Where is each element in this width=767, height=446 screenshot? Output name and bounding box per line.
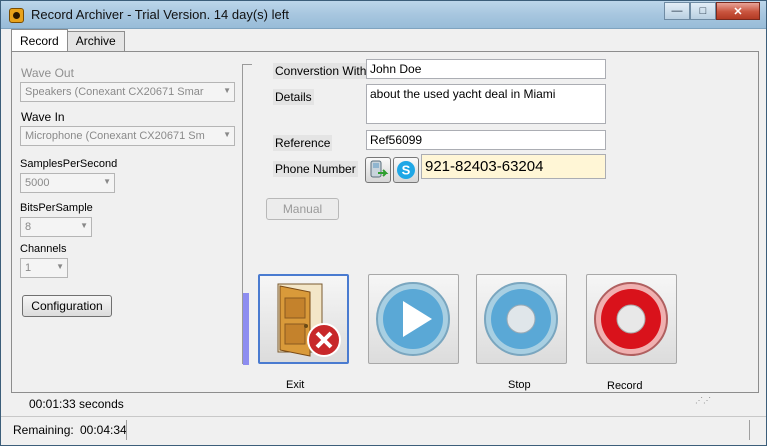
wave-in-select[interactable]: Microphone (Conexant CX20671 Sm ▼ bbox=[20, 126, 235, 146]
wave-out-select[interactable]: Speakers (Conexant CX20671 Smar ▼ bbox=[20, 82, 235, 102]
title-bar[interactable]: Record Archiver - Trial Version. 14 day(… bbox=[1, 1, 766, 29]
chevron-down-icon: ▼ bbox=[56, 262, 64, 271]
wave-in-label: Wave In bbox=[21, 110, 65, 124]
configuration-button[interactable]: Configuration bbox=[22, 295, 112, 317]
door-exit-icon bbox=[277, 283, 341, 357]
conversation-with-input[interactable]: John Doe bbox=[366, 59, 606, 79]
details-input[interactable]: about the used yacht deal in Miami bbox=[366, 84, 606, 124]
channels-value: 1 bbox=[25, 262, 32, 274]
tab-record[interactable]: Record bbox=[11, 29, 68, 51]
tab-strip: Record Archive bbox=[11, 29, 125, 51]
remaining-value: 00:04:34 bbox=[80, 423, 127, 437]
resize-grip-icon[interactable]: ⋰⋰ bbox=[695, 396, 711, 405]
channels-label: Channels bbox=[20, 243, 67, 255]
wave-out-value: Speakers (Conexant CX20671 Smar bbox=[25, 86, 204, 98]
window-controls: — □ ✕ bbox=[664, 2, 760, 20]
chevron-down-icon: ▼ bbox=[223, 130, 231, 139]
window-title: Record Archiver - Trial Version. 14 day(… bbox=[31, 7, 289, 22]
exit-button[interactable] bbox=[258, 274, 349, 364]
chevron-down-icon: ▼ bbox=[223, 86, 231, 95]
status-separator bbox=[126, 420, 127, 440]
remaining-label: Remaining: bbox=[13, 423, 74, 437]
stop-button[interactable] bbox=[476, 274, 567, 364]
record-label: Record bbox=[607, 380, 643, 392]
phone-book-button[interactable] bbox=[365, 157, 391, 183]
manual-button[interactable]: Manual bbox=[266, 198, 339, 220]
details-label: Details bbox=[273, 89, 314, 105]
bits-per-sample-select[interactable]: 8 ▼ bbox=[20, 217, 92, 237]
maximize-icon: □ bbox=[699, 5, 707, 17]
tab-archive[interactable]: Archive bbox=[66, 31, 125, 51]
divider-cap bbox=[242, 64, 252, 65]
app-icon bbox=[9, 8, 24, 23]
maximize-button[interactable]: □ bbox=[690, 2, 716, 20]
close-button[interactable]: ✕ bbox=[716, 2, 760, 20]
channels-select[interactable]: 1 ▼ bbox=[20, 258, 68, 278]
chevron-down-icon: ▼ bbox=[80, 221, 88, 230]
level-indicator bbox=[243, 293, 249, 365]
main-window: Record Archiver - Trial Version. 14 day(… bbox=[0, 0, 767, 446]
record-icon bbox=[594, 282, 668, 356]
wave-in-value: Microphone (Conexant CX20671 Sm bbox=[25, 130, 205, 142]
bits-per-sample-value: 8 bbox=[25, 221, 32, 233]
minimize-icon: — bbox=[671, 5, 683, 17]
play-icon bbox=[376, 282, 450, 356]
skype-icon: S bbox=[397, 161, 415, 179]
stop-label: Stop bbox=[508, 379, 531, 391]
elapsed-time: 00:01:33 seconds bbox=[29, 397, 124, 411]
record-button[interactable] bbox=[586, 274, 677, 364]
samples-per-second-value: 5000 bbox=[25, 177, 50, 189]
status-separator-end bbox=[749, 420, 750, 440]
exit-label: Exit bbox=[286, 379, 305, 391]
samples-per-second-select[interactable]: 5000 ▼ bbox=[20, 173, 115, 193]
reference-input[interactable]: Ref56099 bbox=[366, 130, 606, 150]
chevron-down-icon: ▼ bbox=[103, 177, 111, 186]
stop-icon bbox=[484, 282, 558, 356]
svg-text:S: S bbox=[402, 163, 411, 178]
status-bar: Remaining: 00:04:34 bbox=[1, 416, 766, 445]
wave-out-label: Wave Out bbox=[21, 66, 74, 80]
bits-per-sample-label: BitsPerSample bbox=[20, 202, 93, 214]
phone-number-input[interactable]: 921-82403-63204 bbox=[421, 154, 606, 179]
conversation-with-label: Converstion With bbox=[273, 63, 369, 79]
skype-button[interactable]: S bbox=[393, 157, 419, 183]
phone-book-icon bbox=[370, 160, 389, 178]
minimize-button[interactable]: — bbox=[664, 2, 690, 20]
close-icon: ✕ bbox=[733, 5, 743, 18]
phone-number-label: Phone Number bbox=[273, 161, 358, 177]
play-button[interactable] bbox=[368, 274, 459, 364]
reference-label: Reference bbox=[273, 135, 333, 151]
samples-per-second-label: SamplesPerSecond bbox=[20, 158, 118, 170]
